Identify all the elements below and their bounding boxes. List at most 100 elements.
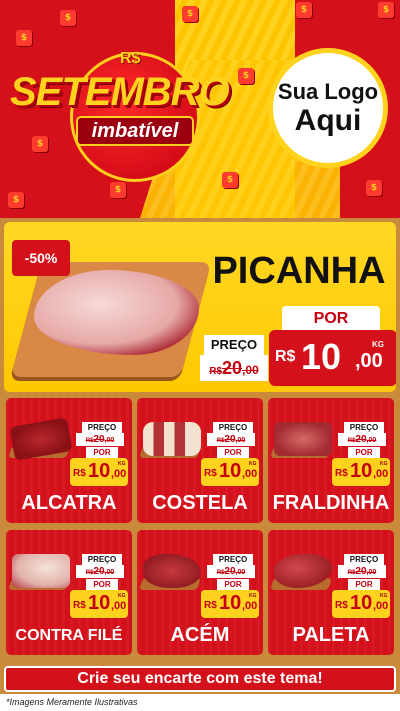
price-currency: R$ (204, 468, 217, 479)
gift-icon: $ (378, 2, 394, 18)
logo-text-line2: Aqui (294, 104, 362, 137)
product-name: ALCATRA (21, 492, 117, 514)
logo-placeholder[interactable]: Sua Logo Aqui (268, 48, 388, 168)
gift-icon: $ (296, 2, 312, 18)
old-price: R$20,00 (200, 355, 268, 381)
gift-icon: $ (238, 68, 254, 84)
gift-icon: $ (16, 30, 32, 46)
new-price-label: POR (217, 579, 249, 590)
featured-product-card[interactable]: -50% PICANHA POR PREÇO R$20,00 R$ 10 ,00… (4, 222, 396, 392)
old-price-cents: ,00 (104, 569, 115, 576)
old-price-value: 20 (93, 566, 105, 577)
product-image (143, 554, 201, 588)
old-price: R$20,00 (338, 565, 386, 578)
price-unit: KG (249, 461, 257, 467)
price-unit: KG (249, 593, 257, 599)
campaign-title: SETEMBRO (10, 70, 230, 114)
new-price: R$ 10,00 KG (70, 458, 128, 486)
price-cents: ,00 (111, 600, 127, 612)
price-currency: R$ (335, 468, 348, 479)
old-price-label: PREÇO (213, 422, 253, 433)
old-price-value: 20 (224, 434, 236, 445)
old-price-cents: ,00 (366, 437, 377, 444)
price-value: 10 (88, 460, 111, 482)
price-value: 10 (350, 460, 373, 482)
old-price-cents: ,00 (235, 437, 246, 444)
price-cents: ,00 (242, 600, 258, 612)
price-cents: ,00 (373, 600, 389, 612)
price-cents: ,00 (242, 468, 258, 480)
price-value: 10 (350, 592, 373, 614)
price-unit: KG (380, 593, 388, 599)
old-price-cents: ,00 (242, 363, 259, 377)
new-price-label: POR (348, 579, 380, 590)
old-price-value: 20 (222, 358, 243, 378)
new-price-label: POR (217, 447, 249, 458)
old-price-label: PREÇO (344, 554, 384, 565)
gift-icon: $ (182, 6, 198, 22)
product-card[interactable]: PREÇO R$20,00 POR R$ 10,00 KG ALCATRA (6, 398, 132, 523)
new-price-label: POR (86, 579, 118, 590)
price-currency: R$ (204, 600, 217, 611)
new-price-label: POR (282, 306, 380, 332)
old-price: R$20,00 (207, 565, 255, 578)
price-cents: ,00 (355, 350, 383, 372)
price-unit: KG (380, 461, 388, 467)
product-name: CONTRA FILÉ (15, 627, 123, 644)
old-price-value: 20 (355, 566, 367, 577)
price-value: 10 (219, 460, 242, 482)
gift-icon: $ (366, 180, 382, 196)
product-name: FRALDINHA (272, 492, 390, 514)
old-price-value: 20 (355, 434, 367, 445)
old-price-value: 20 (224, 566, 236, 577)
price-currency: R$ (335, 600, 348, 611)
new-price: R$ 10,00 KG (201, 458, 259, 486)
new-price: R$ 10,00 KG (201, 590, 259, 618)
product-card[interactable]: PREÇO R$20,00 POR R$ 10,00 KG ACÉM (137, 530, 263, 655)
old-price: R$20,00 (338, 433, 386, 446)
price-cents: ,00 (373, 468, 389, 480)
price-currency: R$ (73, 600, 86, 611)
featured-product-name: PICANHA (212, 250, 386, 292)
price-value: 10 (88, 592, 111, 614)
price-currency: R$ (73, 468, 86, 479)
new-price: R$ 10,00 KG (332, 590, 390, 618)
product-name: ACÉM (170, 624, 230, 646)
price-value: 10 (301, 336, 342, 377)
picanha-image (34, 270, 199, 355)
old-price: R$20,00 (207, 433, 255, 446)
new-price-label: POR (86, 447, 118, 458)
old-price: R$20,00 (76, 433, 124, 446)
new-price: R$ 10,00 KG (70, 590, 128, 618)
price-value: 10 (219, 592, 242, 614)
old-price-currency: R$ (209, 366, 223, 377)
gift-icon: $ (60, 10, 76, 26)
gift-icon: $ (222, 172, 238, 188)
price-unit: KG (118, 593, 126, 599)
old-price-label: PREÇO (213, 554, 253, 565)
price-unit: KG (118, 461, 126, 467)
old-price-label: PREÇO (82, 422, 122, 433)
product-card[interactable]: PREÇO R$20,00 POR R$ 10,00 KG PALETA (268, 530, 394, 655)
gift-icon: $ (110, 182, 126, 198)
old-price-label: PREÇO (82, 554, 122, 565)
campaign-subtitle: imbatível (76, 116, 194, 146)
price-cents: ,00 (111, 468, 127, 480)
gift-icon: $ (32, 136, 48, 152)
product-card[interactable]: PREÇO R$20,00 POR R$ 10,00 KG CONTRA FILÉ (6, 530, 132, 655)
product-name: PALETA (292, 624, 370, 646)
disclaimer-text: *Imagens Meramente Ilustrativas (0, 694, 400, 711)
old-price-cents: ,00 (104, 437, 115, 444)
product-card[interactable]: PREÇO R$20,00 POR R$ 10,00 KG FRALDINHA (268, 398, 394, 523)
product-image (12, 554, 70, 588)
old-price: R$20,00 (76, 565, 124, 578)
old-price-value: 20 (93, 434, 105, 445)
gift-icon: $ (8, 192, 24, 208)
old-price-cents: ,00 (235, 569, 246, 576)
header-banner: $ $ $ $ $ $ $ $ $ $ $ R$ SETEMBRO imbatí… (0, 0, 400, 218)
discount-badge: -50% (12, 240, 70, 276)
product-card[interactable]: PREÇO R$20,00 POR R$ 10,00 KG COSTELA (137, 398, 263, 523)
cta-banner[interactable]: Crie seu encarte com este tema! (4, 666, 396, 692)
price-currency: R$ (275, 348, 296, 365)
new-price: R$ 10,00 KG (332, 458, 390, 486)
